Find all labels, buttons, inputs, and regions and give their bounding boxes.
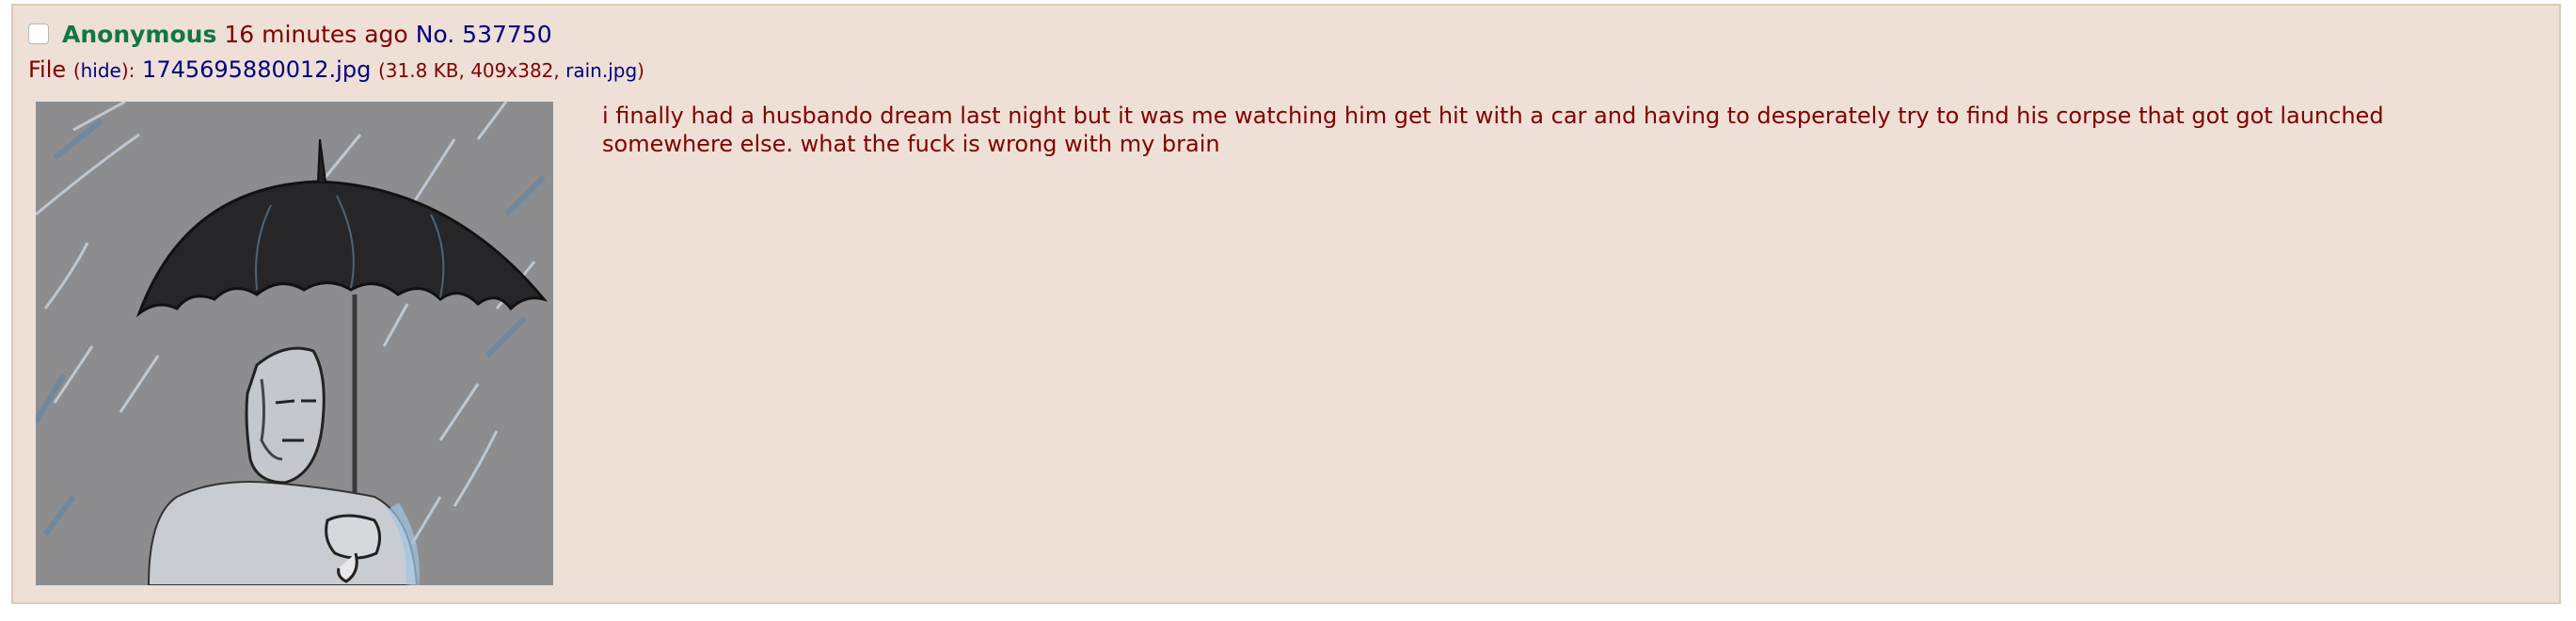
rain-umbrella-illustration <box>36 102 553 585</box>
poster-name: Anonymous <box>62 20 217 48</box>
file-label: File <box>28 56 67 83</box>
hide-open: ( <box>72 59 81 82</box>
file-info: File ( hide ): 1745695880012.jpg (31.8 K… <box>28 56 644 90</box>
original-filename-link[interactable]: rain.jpg <box>565 59 637 82</box>
post-container: Anonymous 16 minutes ago No. 537750 File… <box>11 4 2561 604</box>
file-name-link[interactable]: 1745695880012.jpg <box>142 56 371 83</box>
select-post-checkbox[interactable] <box>28 24 49 44</box>
post-image-thumbnail[interactable] <box>36 102 553 585</box>
post-comment: i finally had a husbando dream last nigh… <box>602 103 2384 157</box>
file-meta: (31.8 KB, 409x382, <box>377 59 560 82</box>
hide-image-link[interactable]: hide <box>81 59 121 82</box>
file-meta-close: ) <box>637 59 644 82</box>
post-header: Anonymous 16 minutes ago No. 537750 <box>28 15 552 53</box>
hide-close: ): <box>120 59 135 82</box>
post-number-link[interactable]: No. 537750 <box>416 21 552 48</box>
post-date: 16 minutes ago <box>224 20 408 48</box>
